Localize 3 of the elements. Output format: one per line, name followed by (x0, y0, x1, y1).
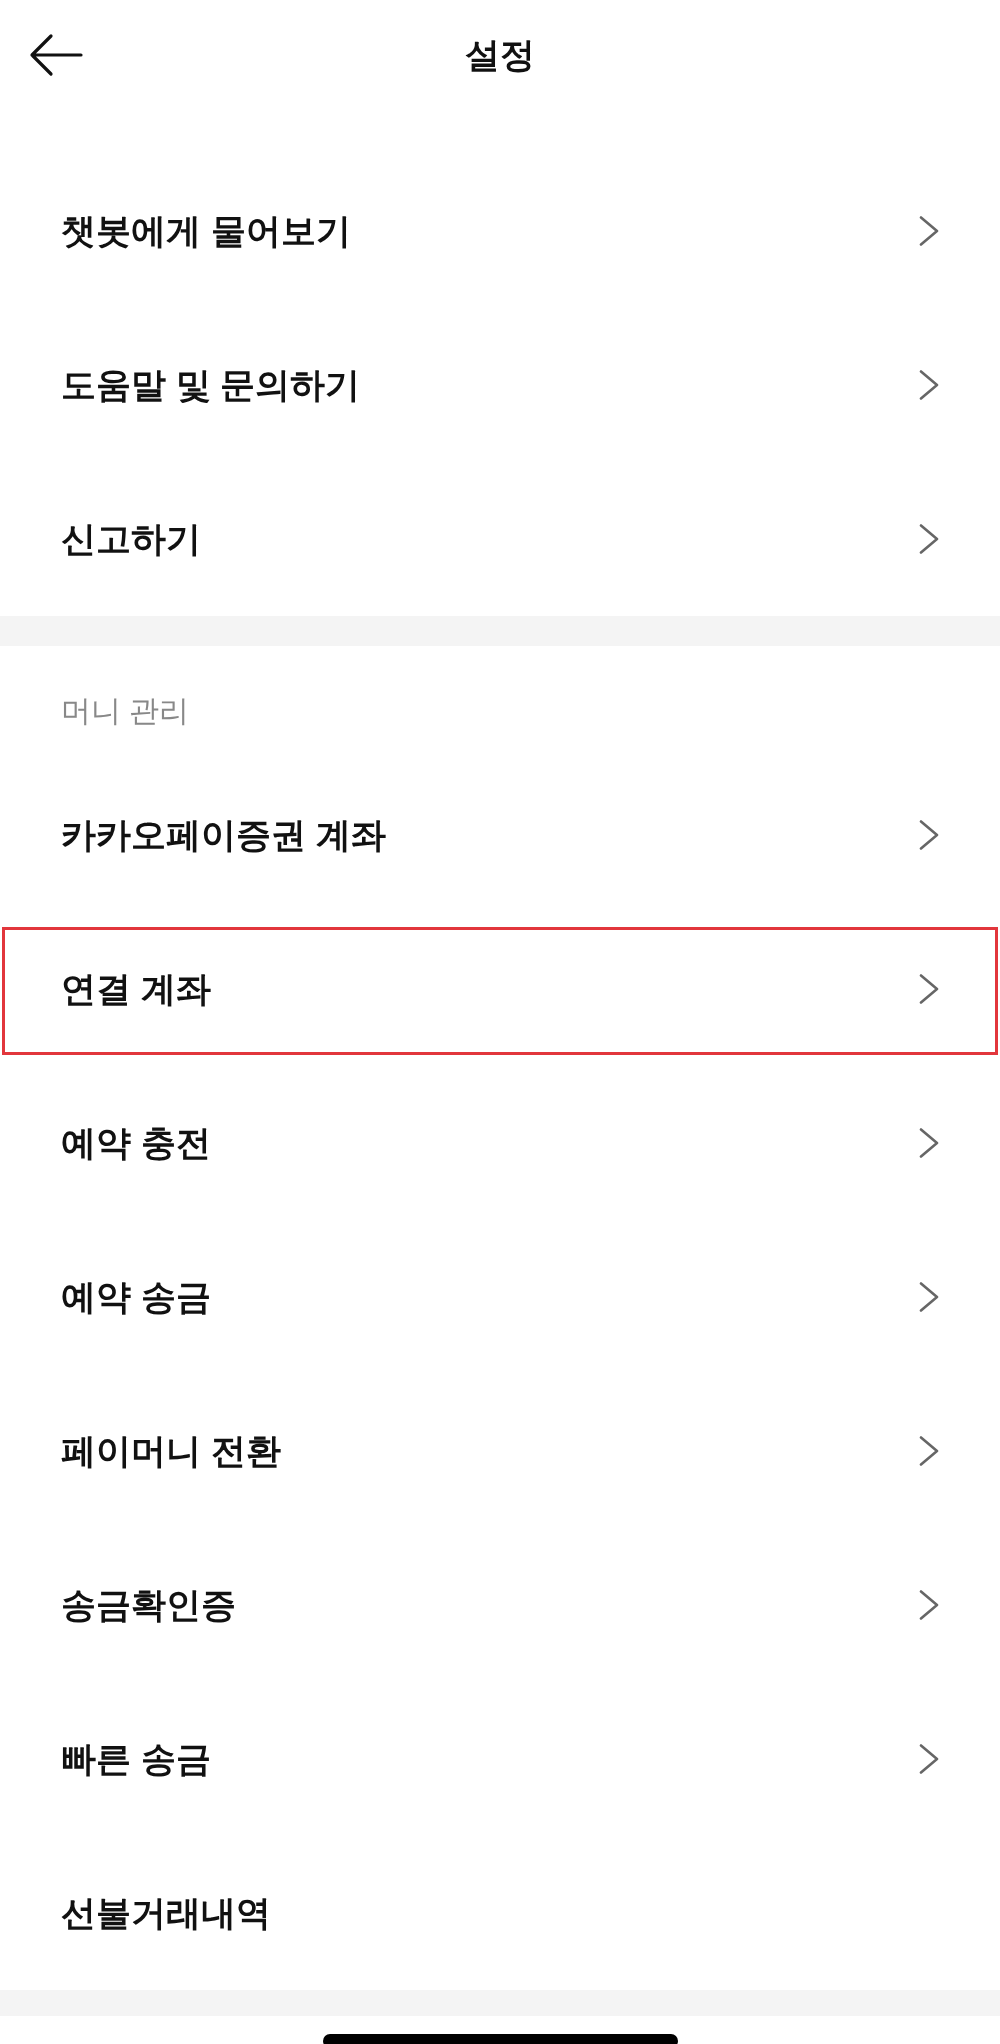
page-title: 설정 (465, 33, 535, 76)
back-arrow-icon (29, 33, 83, 77)
section-heading: 머니 관리 (61, 692, 190, 729)
